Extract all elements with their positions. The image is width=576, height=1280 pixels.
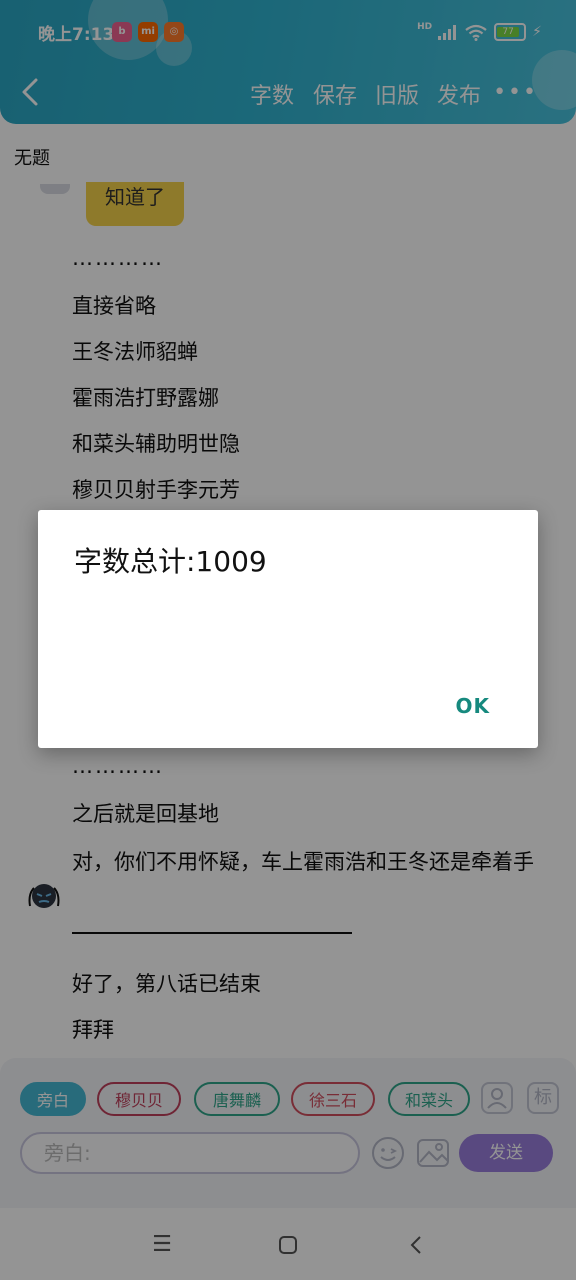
ok-button[interactable]: OK [456,694,491,718]
word-count-dialog: 字数总计:1009 OK [38,510,538,748]
dialog-message: 字数总计:1009 [74,545,267,578]
